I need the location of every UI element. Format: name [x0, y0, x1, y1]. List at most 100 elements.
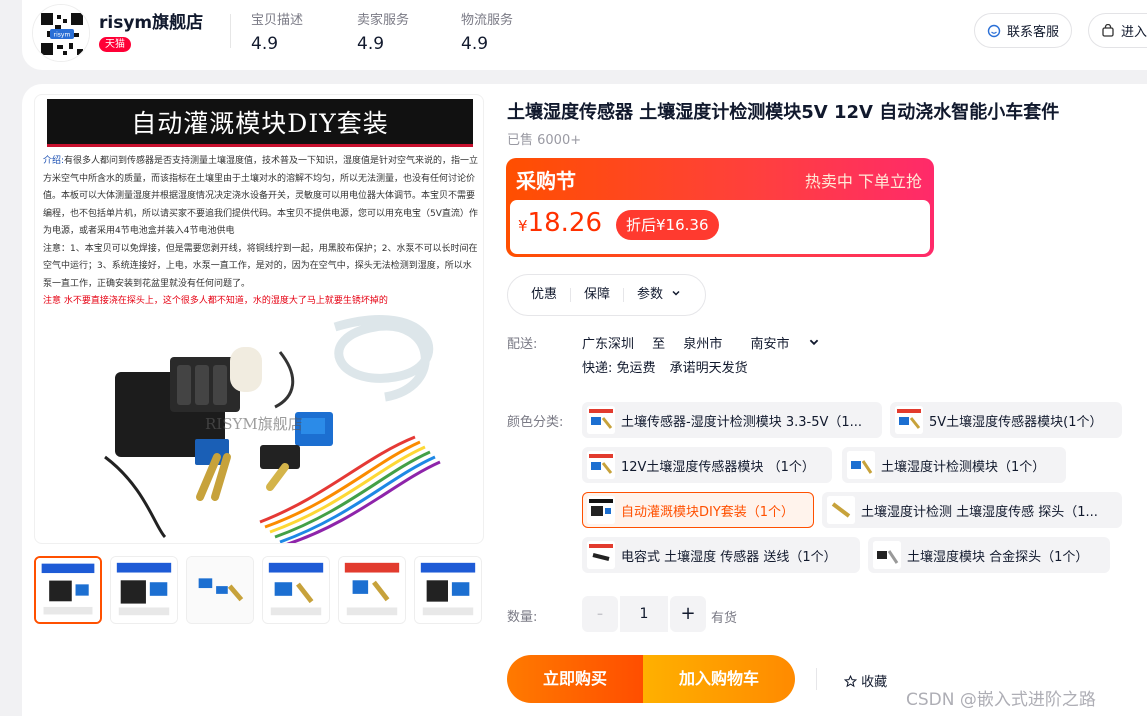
option-thumbnail	[587, 541, 615, 569]
stock-status: 有货	[711, 611, 738, 626]
image-watermark: RISYM旗舰店	[205, 415, 303, 433]
shop-name[interactable]: risym旗舰店	[99, 8, 203, 33]
currency-symbol: ¥	[518, 217, 528, 235]
intro-label: 介绍:	[43, 156, 65, 166]
option-item[interactable]: 土壤湿度计检测模块（1个）	[842, 447, 1066, 483]
info-tabs: 优惠 保障 参数	[507, 274, 706, 316]
promo-banner: 采购节 热卖中 下单立抢 ¥18.26 折后¥16.36	[506, 158, 934, 257]
option-label: 电容式 土壤湿度 传感器 送线（1个）	[621, 549, 837, 565]
product-main: 自动灌溉模块DIY套装 介绍:有很多人都问到传感器是否支持测量土壤湿度值，技术普…	[22, 84, 1147, 716]
option-label: 土壤传感器-湿度计检测模块 3.3-5V（1...	[621, 414, 863, 430]
thumbnail-strip	[34, 556, 484, 626]
price: ¥18.26	[518, 208, 602, 238]
chevron-down-icon	[672, 290, 680, 296]
buy-now-button[interactable]: 立即购买	[507, 655, 643, 703]
favorite-button[interactable]: 收藏	[843, 671, 887, 690]
shipping-info: 快递: 免运费 承诺明天发货	[582, 357, 758, 376]
svg-text:risym: risym	[54, 32, 71, 39]
thumbnail[interactable]	[186, 556, 254, 624]
option-thumbnail	[587, 451, 615, 479]
shop-logo[interactable]: risym	[32, 4, 90, 62]
option-thumbnail	[587, 406, 615, 434]
shop-header: risym risym旗舰店 天猫 宝贝描述 4.9 卖家服务 4.9 物流服务…	[22, 0, 1147, 70]
tab-params-label: 参数	[637, 287, 664, 302]
color-options-label: 颜色分类:	[507, 415, 564, 430]
sold-count: 已售 6000+	[507, 133, 582, 148]
add-to-cart-button[interactable]: 加入购物车	[643, 655, 795, 703]
header-divider	[230, 14, 231, 48]
thumbnail[interactable]	[262, 556, 330, 624]
thumbnail[interactable]	[34, 556, 102, 624]
csdn-watermark: CSDN @嵌入式进阶之路	[906, 690, 1096, 710]
price-value: 18.26	[527, 208, 602, 238]
express-fee: 快递: 免运费	[582, 361, 656, 376]
enter-shop-label: 进入	[1121, 25, 1147, 40]
quantity-label: 数量:	[507, 610, 538, 625]
promo-name: 采购节	[516, 169, 576, 193]
tmall-badge: 天猫	[99, 37, 131, 52]
promo-slogan: 热卖中 下单立抢	[804, 172, 922, 191]
chevron-down-icon[interactable]	[808, 336, 820, 348]
banner-text: 自动灌溉模块DIY套装	[131, 108, 389, 138]
thumbnail[interactable]	[110, 556, 178, 624]
option-thumbnail	[847, 451, 875, 479]
option-label: 12V土壤湿度传感器模块 （1个）	[621, 459, 815, 475]
main-product-image[interactable]: 自动灌溉模块DIY套装 介绍:有很多人都问到传感器是否支持测量土壤湿度值，技术普…	[34, 94, 484, 544]
headset-icon	[987, 24, 1001, 37]
rating-service: 卖家服务 4.9	[357, 9, 409, 54]
price-box: ¥18.26 折后¥16.36	[510, 200, 930, 254]
shipping-label: 配送:	[507, 337, 538, 352]
option-thumbnail	[587, 496, 615, 524]
quantity-stepper: - 1 +	[582, 596, 706, 632]
increment-button[interactable]: +	[670, 596, 706, 632]
rating-value: 4.9	[461, 34, 489, 54]
intro-text: 有很多人都问到传感器是否支持测量土壤湿度值，技术普及一下知识，湿度值是针对空气来…	[43, 156, 479, 236]
tab-discount[interactable]: 优惠	[518, 288, 572, 302]
tab-params[interactable]: 参数	[624, 288, 694, 302]
shipping-route: 广东深圳 至 泉州市 南安市	[582, 333, 820, 352]
option-item[interactable]: 5V土壤湿度传感器模块(1个）	[890, 402, 1122, 438]
quantity-input[interactable]: 1	[620, 596, 668, 632]
option-thumbnail	[895, 406, 923, 434]
thumbnail[interactable]	[338, 556, 406, 624]
ship-to-word: 至	[652, 337, 666, 352]
ship-district[interactable]: 南安市	[750, 337, 789, 352]
option-label: 自动灌溉模块DIY套装（1个）	[621, 504, 795, 520]
image-banner: 自动灌溉模块DIY套装	[47, 99, 473, 147]
option-thumbnail	[827, 496, 855, 524]
option-item[interactable]: 土壤湿度计检测 土壤湿度传感 探头（1...	[822, 492, 1122, 528]
option-label: 土壤湿度计检测模块（1个）	[881, 459, 1046, 475]
rating-label: 卖家服务	[357, 13, 410, 28]
decrement-button[interactable]: -	[582, 596, 618, 632]
note-text: 注意：1、本宝贝可以免焊接，但是需要您剥开线，将铜线拧到一起，用黑胶布保护；2、…	[43, 243, 478, 289]
option-thumbnail	[873, 541, 901, 569]
tab-guarantee[interactable]: 保障	[571, 288, 625, 302]
rating-logistics: 物流服务 4.9	[461, 9, 513, 54]
option-label: 5V土壤湿度传感器模块(1个）	[929, 414, 1103, 430]
rating-label: 物流服务	[461, 13, 514, 28]
thumbnail[interactable]	[414, 556, 482, 624]
option-item[interactable]: 12V土壤湿度传感器模块 （1个）	[582, 447, 832, 483]
warning-text: 注意 水不要直接浇在探头上，这个很多人都不知道，水的湿度大了马上就要生锈坏掉的	[43, 296, 388, 306]
after-discount-price[interactable]: 折后¥16.36	[616, 210, 719, 240]
product-title: 土壤湿度传感器 土壤湿度计检测模块5V 12V 自动浇水智能小车套件	[507, 102, 1060, 123]
enter-shop-button[interactable]: 进入	[1088, 13, 1147, 48]
option-item[interactable]: 电容式 土壤湿度 传感器 送线（1个）	[582, 537, 860, 573]
purchase-buttons: 立即购买 加入购物车	[507, 655, 795, 703]
contact-service-label: 联系客服	[1007, 25, 1060, 40]
ship-city[interactable]: 泉州市	[683, 337, 722, 352]
rating-value: 4.9	[251, 34, 279, 54]
option-label: 土壤湿度模块 合金探头（1个）	[907, 549, 1089, 565]
option-item[interactable]: 土壤湿度模块 合金探头（1个）	[868, 537, 1110, 573]
rating-description: 宝贝描述 4.9	[251, 9, 303, 54]
image-description: 介绍:有很多人都问到传感器是否支持测量土壤湿度值，技术普及一下知识，湿度值是针对…	[43, 153, 479, 311]
option-label: 土壤湿度计检测 土壤湿度传感 探头（1...	[861, 504, 1098, 520]
store-icon	[1102, 23, 1114, 37]
favorite-divider	[816, 668, 817, 690]
option-item[interactable]: 土壤传感器-湿度计检测模块 3.3-5V（1...	[582, 402, 882, 438]
contact-service-button[interactable]: 联系客服	[974, 13, 1073, 48]
rating-label: 宝贝描述	[251, 13, 304, 28]
option-item-selected[interactable]: 自动灌溉模块DIY套装（1个）	[582, 492, 814, 528]
star-icon	[843, 674, 858, 688]
ship-from: 广东深圳	[582, 337, 635, 352]
